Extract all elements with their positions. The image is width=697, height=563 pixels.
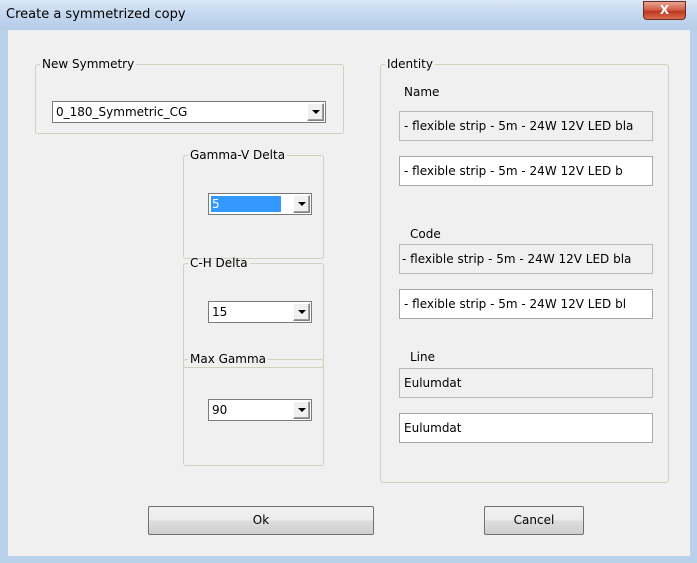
window-bottom-border — [0, 556, 697, 563]
chevron-down-icon[interactable] — [307, 103, 324, 121]
line-new-field[interactable]: Eulumdat — [399, 413, 653, 443]
dialog-window: Create a symmetrized copy X New Symmetry… — [0, 0, 697, 563]
chevron-down-icon[interactable] — [293, 303, 310, 321]
c-h-delta-value: 15 — [212, 305, 228, 319]
max-gamma-value: 90 — [212, 403, 228, 417]
name-new-field[interactable]: - flexible strip - 5m - 24W 12V LED b — [399, 156, 653, 186]
new-symmetry-legend: New Symmetry — [42, 57, 135, 71]
gamma-v-delta-dropdown[interactable]: 5 — [208, 193, 312, 215]
name-label: Name — [404, 85, 440, 99]
name-original-field: - flexible strip - 5m - 24W 12V LED bla — [399, 111, 653, 141]
window-title: Create a symmetrized copy — [6, 7, 186, 22]
max-gamma-group: Max Gamma 90 — [183, 352, 324, 466]
line-original-value: Eulumdat — [404, 376, 462, 390]
max-gamma-dropdown[interactable]: 90 — [208, 399, 312, 421]
name-original-value: - flexible strip - 5m - 24W 12V LED bla — [404, 119, 634, 133]
identity-legend: Identity — [387, 57, 433, 71]
new-symmetry-dropdown[interactable]: 0_180_Symmetric_CG — [52, 101, 326, 123]
code-new-field[interactable]: - flexible strip - 5m - 24W 12V LED bl — [399, 289, 653, 319]
chevron-down-icon[interactable] — [293, 195, 310, 213]
c-h-delta-dropdown[interactable]: 15 — [208, 301, 312, 323]
chevron-down-icon[interactable] — [293, 401, 310, 419]
close-button[interactable]: X — [643, 1, 686, 20]
close-icon: X — [659, 3, 670, 17]
gamma-v-delta-value: 5 — [211, 196, 281, 212]
line-label: Line — [410, 350, 436, 364]
code-new-value: - flexible strip - 5m - 24W 12V LED bl — [404, 297, 627, 311]
code-original-field: - flexible strip - 5m - 24W 12V LED bla — [399, 244, 653, 274]
max-gamma-legend: Max Gamma — [190, 352, 267, 366]
dialog-client-area: New Symmetry 0_180_Symmetric_CG Gamma-V … — [8, 30, 690, 556]
line-new-value: Eulumdat — [404, 421, 462, 435]
code-label: Code — [410, 227, 441, 241]
new-symmetry-group: New Symmetry 0_180_Symmetric_CG — [35, 57, 344, 134]
ok-button[interactable]: Ok — [148, 506, 374, 535]
gamma-v-delta-legend: Gamma-V Delta — [190, 148, 286, 162]
title-bar[interactable]: Create a symmetrized copy X — [0, 0, 697, 30]
cancel-button[interactable]: Cancel — [484, 506, 584, 535]
identity-group: Identity Name - flexible strip - 5m - 24… — [380, 57, 669, 483]
gamma-v-delta-group: Gamma-V Delta 5 — [183, 148, 324, 259]
line-original-field: Eulumdat — [399, 368, 653, 398]
new-symmetry-value: 0_180_Symmetric_CG — [56, 105, 188, 119]
code-original-value: - flexible strip - 5m - 24W 12V LED bla — [402, 252, 632, 266]
name-new-value: - flexible strip - 5m - 24W 12V LED b — [404, 164, 623, 178]
c-h-delta-legend: C-H Delta — [190, 256, 248, 270]
